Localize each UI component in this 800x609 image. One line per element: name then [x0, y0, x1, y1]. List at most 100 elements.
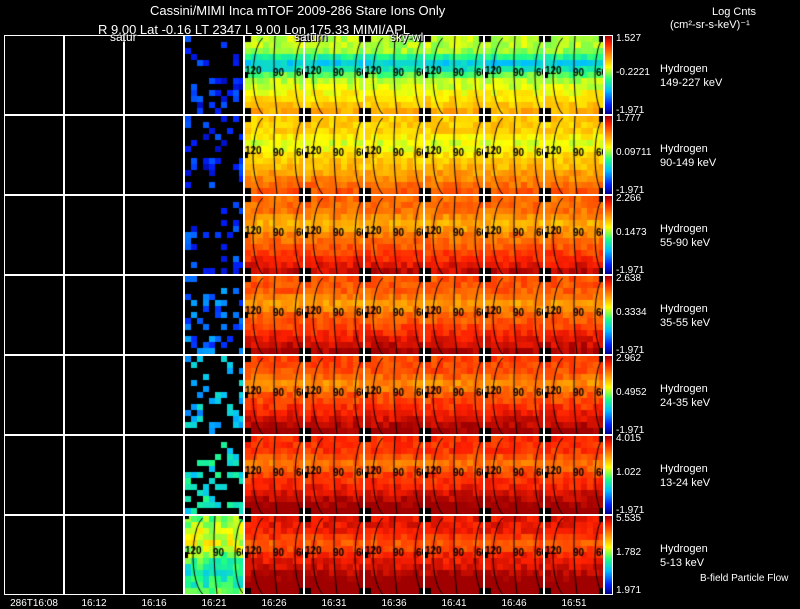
- time-tick-label: 16:46: [501, 598, 527, 609]
- image-canvas: [425, 276, 483, 354]
- colorbar-value: 1.777: [616, 113, 642, 124]
- image-panel: [244, 115, 304, 195]
- image-canvas: [125, 436, 183, 514]
- image-panel: [424, 515, 484, 595]
- image-canvas: [365, 196, 423, 274]
- image-canvas: [185, 116, 243, 194]
- image-panel: [244, 275, 304, 355]
- colorbar-value: 1.527: [616, 33, 642, 44]
- time-tick-label: 16:41: [441, 598, 467, 609]
- plot-title: Cassini/MIMI Inca mTOF 2009-286 Stare Io…: [150, 3, 446, 18]
- image-panel: [304, 195, 364, 275]
- channel-species: Hydrogen: [660, 543, 708, 555]
- image-canvas: [305, 276, 363, 354]
- image-panel: [244, 435, 304, 515]
- colorbar-value: 0.09711: [616, 147, 652, 158]
- image-panel: [4, 35, 64, 115]
- image-canvas: [305, 116, 363, 194]
- image-canvas: [485, 436, 543, 514]
- image-panel: [424, 195, 484, 275]
- image-panel: [184, 115, 244, 195]
- colorbar-value: 4.015: [616, 433, 642, 444]
- image-canvas: [125, 516, 183, 594]
- image-canvas: [425, 116, 483, 194]
- channel-energy: 35-55 keV: [660, 317, 711, 329]
- image-panel: [64, 435, 124, 515]
- image-panel: [4, 435, 64, 515]
- image-panel: [304, 435, 364, 515]
- colorbar: [604, 515, 613, 595]
- image-panel: [484, 515, 544, 595]
- image-canvas: [545, 436, 603, 514]
- channel-species: Hydrogen: [660, 143, 708, 155]
- image-panel: [244, 195, 304, 275]
- image-panel: [64, 195, 124, 275]
- image-canvas: [425, 36, 483, 114]
- image-canvas: [305, 356, 363, 434]
- colorbar-value: 0.4952: [616, 387, 647, 398]
- image-canvas: [245, 36, 303, 114]
- image-canvas: [545, 356, 603, 434]
- image-panel: [484, 195, 544, 275]
- image-canvas: [305, 36, 363, 114]
- image-panel: [124, 275, 184, 355]
- image-canvas: [425, 436, 483, 514]
- colorbar-value: 1.022: [616, 467, 642, 478]
- image-canvas: [425, 516, 483, 594]
- image-canvas: [5, 436, 63, 514]
- channel-energy: 13-24 keV: [660, 477, 711, 489]
- overlay-label: satur: [110, 30, 137, 44]
- image-panel: [424, 115, 484, 195]
- image-panel: [484, 435, 544, 515]
- colorbar: [604, 355, 613, 435]
- image-canvas: [185, 356, 243, 434]
- time-tick-label: 16:51: [561, 598, 587, 609]
- image-canvas: [185, 516, 243, 594]
- image-canvas: [365, 436, 423, 514]
- image-canvas: [65, 36, 123, 114]
- colorbar: [604, 35, 613, 115]
- image-panel: [124, 35, 184, 115]
- image-canvas: [65, 196, 123, 274]
- colorbar: [604, 195, 613, 275]
- image-canvas: [5, 116, 63, 194]
- image-grid: [4, 35, 604, 596]
- image-canvas: [365, 36, 423, 114]
- channel-species: Hydrogen: [660, 303, 708, 315]
- image-canvas: [245, 116, 303, 194]
- colorbar-value: 2.962: [616, 353, 642, 364]
- time-tick-label: 16:16: [141, 598, 167, 609]
- time-tick-label: 16:36: [381, 598, 407, 609]
- image-panel: [484, 115, 544, 195]
- channel-species: Hydrogen: [660, 63, 708, 75]
- colorbar-value: -0.2221: [616, 67, 650, 78]
- image-panel: [304, 355, 364, 435]
- image-canvas: [185, 36, 243, 114]
- image-panel: [364, 115, 424, 195]
- footer-note: B-field Particle Flow: [700, 573, 789, 584]
- image-canvas: [245, 196, 303, 274]
- image-canvas: [485, 116, 543, 194]
- image-canvas: [65, 116, 123, 194]
- image-panel: [484, 275, 544, 355]
- image-panel: [64, 35, 124, 115]
- time-tick-label: 16:12: [81, 598, 107, 609]
- time-tick-label: 286T16:08: [10, 598, 58, 609]
- image-panel: [544, 275, 604, 355]
- image-canvas: [545, 516, 603, 594]
- image-canvas: [365, 276, 423, 354]
- image-panel: [184, 275, 244, 355]
- image-panel: [4, 275, 64, 355]
- image-canvas: [365, 356, 423, 434]
- image-panel: [424, 435, 484, 515]
- image-canvas: [245, 276, 303, 354]
- image-panel: [4, 115, 64, 195]
- image-panel: [364, 355, 424, 435]
- image-panel: [364, 515, 424, 595]
- colorbar-value: 2.638: [616, 273, 642, 284]
- overlay-label: sky-wl: [390, 30, 424, 44]
- channel-energy: 149-227 keV: [660, 77, 723, 89]
- image-canvas: [545, 196, 603, 274]
- image-panel: [304, 275, 364, 355]
- image-canvas: [485, 356, 543, 434]
